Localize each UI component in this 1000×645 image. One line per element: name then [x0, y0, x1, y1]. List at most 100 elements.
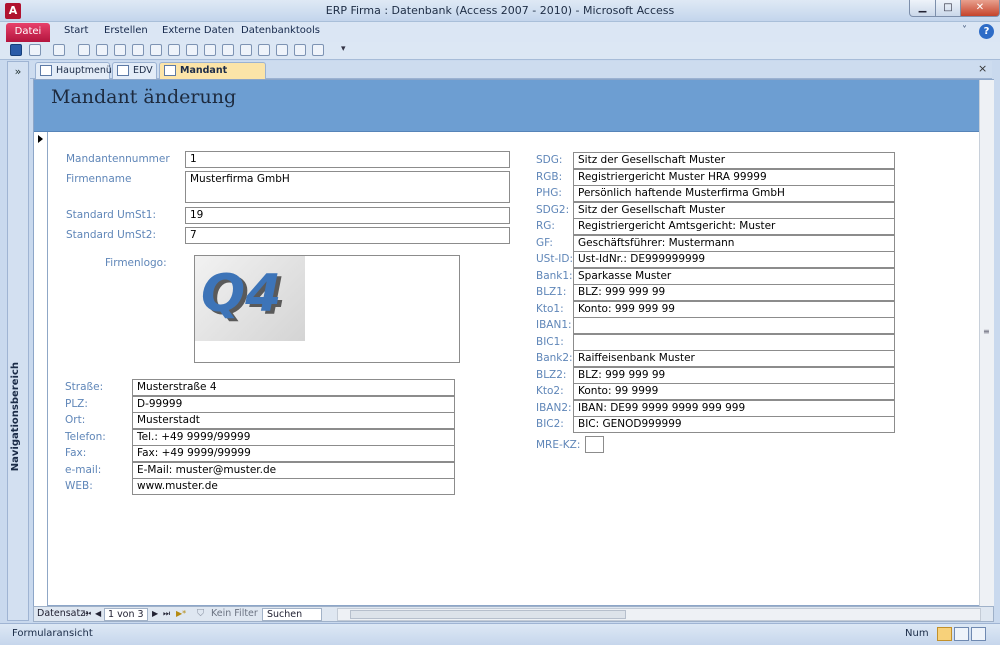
align-left-icon[interactable]: [186, 44, 198, 56]
legal-field[interactable]: Registriergericht Muster HRA 99999: [573, 169, 895, 186]
size-icon[interactable]: [276, 44, 288, 56]
last-record-icon[interactable]: ⏭: [163, 609, 170, 619]
record-nav-label: Datensatz:: [37, 608, 89, 619]
address-field[interactable]: Musterstraße 4: [132, 379, 455, 396]
doc-tab-hauptmenu[interactable]: Hauptmenü: [35, 62, 112, 79]
horizontal-scrollbar[interactable]: [337, 608, 981, 621]
horizontal-scroll-thumb[interactable]: [350, 610, 626, 619]
first-record-icon[interactable]: ⏮: [84, 609, 91, 619]
report-icon[interactable]: [150, 44, 162, 56]
next-record-icon[interactable]: ▶: [152, 609, 158, 618]
legal-field[interactable]: Konto: 99 9999: [573, 383, 895, 400]
align-top-icon[interactable]: [222, 44, 234, 56]
help-icon[interactable]: ?: [979, 24, 994, 39]
mre-kz-checkbox[interactable]: [585, 436, 604, 453]
address-field[interactable]: Tel.: +49 9999/99999: [132, 429, 455, 446]
doc-tab-edv[interactable]: EDV: [112, 62, 157, 79]
company-logo-image: Q4: [195, 256, 305, 341]
filter-icon[interactable]: ⛉: [197, 608, 204, 619]
navigation-pane[interactable]: » Navigationsbereich: [7, 61, 29, 621]
address-field[interactable]: D-99999: [132, 396, 455, 413]
form-view-button[interactable]: [937, 627, 952, 641]
navigation-pane-label[interactable]: Navigationsbereich: [10, 362, 26, 471]
customize-toolbar-icon[interactable]: ▾: [341, 44, 346, 54]
maximize-button[interactable]: □: [935, 0, 961, 17]
doc-tab-mandant-aenderung[interactable]: Mandant änderung: [159, 62, 266, 91]
legal-field[interactable]: Sparkasse Muster: [573, 268, 895, 285]
close-window-button[interactable]: ✕: [960, 0, 1000, 17]
record-selector[interactable]: [34, 132, 48, 606]
address-label: Telefon:: [65, 431, 106, 443]
expand-nav-icon[interactable]: »: [8, 65, 28, 78]
firmenlogo-frame[interactable]: Q4: [194, 255, 460, 363]
legal-field[interactable]: BLZ: 999 999 99: [573, 284, 895, 301]
label-umst1: Standard UmSt1:: [66, 209, 157, 221]
datasheet-view-button[interactable]: [954, 627, 969, 641]
legal-field[interactable]: BIC: GENOD999999: [573, 416, 895, 433]
legal-label: RGB:: [536, 171, 563, 183]
tab-datenbanktools[interactable]: Datenbanktools: [241, 25, 320, 36]
new-record-icon[interactable]: ▶*: [176, 609, 186, 618]
query-icon[interactable]: [132, 44, 144, 56]
chevron-up-icon[interactable]: ˅: [962, 25, 967, 36]
undo-icon[interactable]: [29, 44, 41, 56]
window-title: ERP Firma : Datenbank (Access 2007 - 201…: [325, 4, 675, 17]
legal-field[interactable]: Sitz der Gesellschaft Muster: [573, 152, 895, 169]
vertical-scrollbar[interactable]: ≡: [979, 80, 994, 606]
legal-label: BIC2:: [536, 418, 564, 430]
form-view-icon[interactable]: [78, 44, 90, 56]
address-label: Ort:: [65, 414, 86, 426]
legal-field[interactable]: [573, 317, 895, 334]
form-icon: [117, 65, 129, 76]
legal-field[interactable]: Geschäftsführer: Mustermann: [573, 235, 895, 252]
legal-field[interactable]: Raiffeisenbank Muster: [573, 350, 895, 367]
label-firmenlogo: Firmenlogo:: [105, 257, 167, 269]
previous-record-icon[interactable]: ◀: [95, 609, 101, 618]
tab-start[interactable]: Start: [64, 25, 88, 36]
design-view-button[interactable]: [971, 627, 986, 641]
tab-datei[interactable]: Datei: [6, 23, 50, 42]
address-label: Fax:: [65, 447, 87, 459]
table-icon[interactable]: [114, 44, 126, 56]
legal-field[interactable]: Konto: 999 999 99: [573, 301, 895, 318]
umst2-field[interactable]: 7: [185, 227, 510, 244]
mandantennummer-field[interactable]: 1: [185, 151, 510, 168]
umst1-field[interactable]: 19: [185, 207, 510, 224]
legal-field[interactable]: Registriergericht Amtsgericht: Muster: [573, 218, 895, 235]
spacing-vertical-icon[interactable]: [294, 44, 306, 56]
legal-field[interactable]: IBAN: DE99 9999 9999 999 999: [573, 400, 895, 417]
tab-erstellen[interactable]: Erstellen: [104, 25, 148, 36]
address-field[interactable]: Musterstadt: [132, 412, 455, 429]
current-record-field[interactable]: 1 von 3: [104, 608, 148, 621]
legal-label: BLZ1:: [536, 286, 567, 298]
legal-field[interactable]: Sitz der Gesellschaft Muster: [573, 202, 895, 219]
datasheet-icon[interactable]: [96, 44, 108, 56]
minimize-button[interactable]: ▁: [909, 0, 936, 17]
legal-label: RG:: [536, 220, 555, 232]
legal-field[interactable]: Ust-IdNr.: DE999999999: [573, 251, 895, 268]
address-field[interactable]: www.muster.de: [132, 478, 455, 495]
legal-field[interactable]: Persönlich haftende Musterfirma GmbH: [573, 185, 895, 202]
legal-label: Bank1:: [536, 270, 573, 282]
legal-field[interactable]: [573, 334, 895, 351]
address-field[interactable]: Fax: +49 9999/99999: [132, 445, 455, 462]
tab-externe-daten[interactable]: Externe Daten: [162, 25, 234, 36]
search-input[interactable]: Suchen: [262, 608, 322, 621]
no-filter-label[interactable]: Kein Filter: [211, 608, 258, 619]
distribute-icon[interactable]: [312, 44, 324, 56]
ribbon-tab-bar: Datei Start Erstellen Externe Daten Date…: [0, 22, 1000, 42]
close-document-icon[interactable]: ×: [978, 62, 987, 75]
spacing-icon[interactable]: [258, 44, 270, 56]
legal-field[interactable]: BLZ: 999 999 99: [573, 367, 895, 384]
legal-label: IBAN1:: [536, 319, 572, 331]
address-field[interactable]: E-Mail: muster@muster.de: [132, 462, 455, 479]
align-right-icon[interactable]: [204, 44, 216, 56]
save-icon[interactable]: [10, 44, 22, 56]
legal-label: Bank2:: [536, 352, 573, 364]
form-area: Mandant änderung Mandantennummer 1 Firme…: [33, 79, 994, 606]
firmenname-field[interactable]: Musterfirma GmbH: [185, 171, 510, 203]
grid-icon[interactable]: [168, 44, 180, 56]
align-bottom-icon[interactable]: [240, 44, 252, 56]
legal-label: SDG2:: [536, 204, 570, 216]
redo-icon[interactable]: [53, 44, 65, 56]
